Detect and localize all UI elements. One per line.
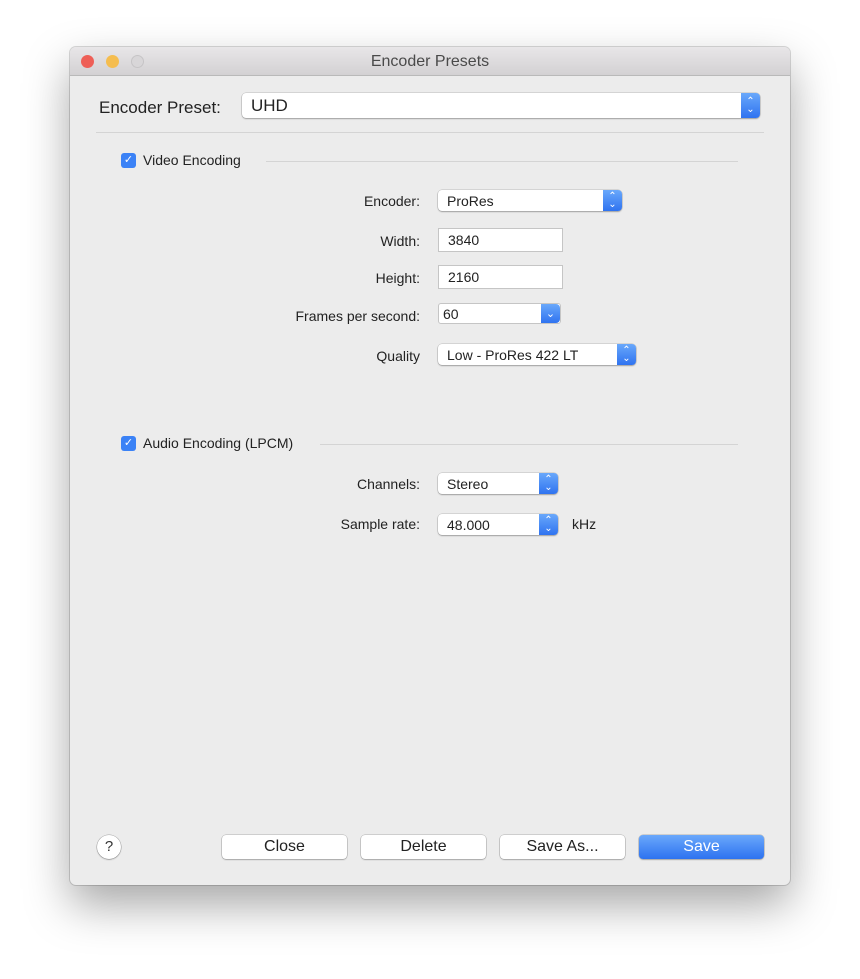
sample-rate-unit: kHz xyxy=(572,516,597,532)
chevron-updown-icon: ⌃ ⌄ xyxy=(617,344,636,365)
quality-select[interactable]: Low - ProRes 422 LT ⌃ ⌄ xyxy=(438,344,636,365)
encoder-value: ProRes xyxy=(447,192,494,209)
minimize-window-button[interactable] xyxy=(106,55,119,68)
zoom-window-button[interactable] xyxy=(131,55,144,68)
help-button[interactable]: ? xyxy=(97,835,121,859)
chevron-updown-icon: ⌃ ⌄ xyxy=(741,93,760,118)
chevron-updown-icon: ⌃ ⌄ xyxy=(539,514,558,535)
sample-rate-value: 48.000 xyxy=(447,516,490,533)
preset-value: UHD xyxy=(251,95,288,115)
preset-select[interactable]: UHD ⌃ ⌄ xyxy=(242,93,760,118)
fps-label: Frames per second: xyxy=(295,308,421,324)
sample-rate-label: Sample rate: xyxy=(340,516,420,532)
encoder-select[interactable]: ProRes ⌃ ⌄ xyxy=(438,190,622,211)
title-bar: Encoder Presets xyxy=(70,47,790,76)
chevron-down-icon[interactable]: ⌄ xyxy=(541,304,560,323)
fps-value: 60 xyxy=(443,305,459,322)
preset-label: Encoder Preset: xyxy=(99,98,221,117)
close-window-button[interactable] xyxy=(81,55,94,68)
channels-value: Stereo xyxy=(447,475,489,492)
divider xyxy=(320,444,738,445)
channels-select[interactable]: Stereo ⌃ ⌄ xyxy=(438,473,558,494)
quality-value: Low - ProRes 422 LT xyxy=(447,346,579,363)
channels-label: Channels: xyxy=(356,476,420,492)
width-label: Width: xyxy=(380,233,420,249)
fps-combobox[interactable]: 60 ⌄ xyxy=(438,303,561,324)
sample-rate-select[interactable]: 48.000 ⌃ ⌄ xyxy=(438,514,558,535)
encoder-label: Encoder: xyxy=(363,193,420,209)
chevron-updown-icon: ⌃ ⌄ xyxy=(539,473,558,494)
video-encoding-checkbox[interactable]: ✓ xyxy=(121,153,136,168)
save-button[interactable]: Save xyxy=(639,835,764,859)
quality-label: Quality xyxy=(376,348,420,364)
video-encoding-label: Video Encoding xyxy=(143,152,241,168)
window-title: Encoder Presets xyxy=(370,53,490,70)
close-button[interactable]: Close xyxy=(222,835,347,859)
chevron-updown-icon: ⌃ ⌄ xyxy=(603,190,622,211)
height-input[interactable]: 2160 xyxy=(438,265,563,289)
encoder-presets-window: Encoder Presets Encoder Preset: UHD ⌃ ⌄ ✓… xyxy=(70,47,790,885)
save-as-button[interactable]: Save As... xyxy=(500,835,625,859)
audio-encoding-checkbox[interactable]: ✓ xyxy=(121,436,136,451)
width-input[interactable]: 3840 xyxy=(438,228,563,252)
divider xyxy=(96,132,764,133)
divider xyxy=(266,161,738,162)
delete-button[interactable]: Delete xyxy=(361,835,486,859)
audio-encoding-label: Audio Encoding (LPCM) xyxy=(143,435,294,451)
height-label: Height: xyxy=(375,270,420,286)
